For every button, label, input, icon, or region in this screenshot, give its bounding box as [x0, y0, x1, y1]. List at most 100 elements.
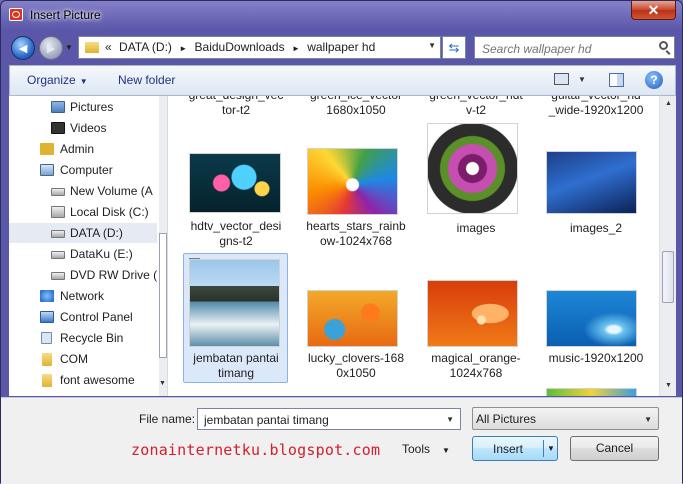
sidebar-item-label: Recycle Bin	[60, 331, 124, 345]
file-name-combobox[interactable]: ▼	[197, 408, 461, 430]
list-item[interactable]: green_ice_vector 1680x1050	[301, 96, 405, 118]
file-name-field[interactable]	[202, 410, 436, 430]
list-item[interactable]: lucky_clovers-168 0x1050	[301, 290, 405, 390]
file-caption: hearts_stars_rainb ow-1024x768	[306, 219, 406, 248]
breadcrumb-separator-icon[interactable]: ►	[179, 44, 187, 53]
file-caption: music-1920x1200	[548, 351, 644, 365]
file-list-scrollbar[interactable]: ▲ ▼	[659, 96, 676, 396]
breadcrumb-baidudownloads[interactable]: BaiduDownloads	[195, 40, 285, 54]
address-bar[interactable]: « DATA (D:) ► BaiduDownloads ► wallpaper…	[78, 36, 441, 59]
preview-pane-icon[interactable]	[609, 73, 624, 87]
view-options-dropdown[interactable]: ▼	[578, 75, 586, 84]
folder-icon	[85, 42, 99, 53]
file-thumbnail	[427, 123, 518, 214]
breadcrumb-overflow[interactable]: «	[105, 40, 112, 54]
forward-button[interactable]: ►	[39, 36, 63, 60]
folder-icon	[42, 353, 52, 366]
cancel-button[interactable]: Cancel	[570, 436, 659, 461]
sidebar-item-control-panel[interactable]: Control Panel	[9, 307, 157, 327]
list-item[interactable]: music-1920x1200	[541, 290, 645, 390]
file-caption: images	[456, 221, 496, 235]
sidebar-item-computer[interactable]: Computer	[9, 160, 157, 180]
sidebar-item-label: Control Panel	[60, 310, 133, 324]
breadcrumb-wallpaper-hd[interactable]: wallpaper hd	[307, 40, 375, 54]
list-item[interactable]	[541, 388, 645, 396]
sidebar-item-label: font awesome	[60, 373, 135, 387]
dialog-footer: File name: ▼ All Pictures ▼ zonainternet…	[1, 397, 682, 484]
list-item[interactable]: green_vector_hdt v-t2	[421, 96, 525, 118]
list-item[interactable]: images	[421, 123, 525, 243]
breadcrumb-data-drive[interactable]: DATA (D:)	[119, 40, 172, 54]
insert-options-dropdown[interactable]: ▼	[547, 444, 555, 453]
recent-pages-dropdown[interactable]: ▼	[65, 43, 73, 52]
file-caption: lucky_clovers-168 0x1050	[307, 351, 405, 380]
file-caption: great_design_vec tor-t2	[189, 96, 284, 117]
search-input[interactable]	[480, 38, 654, 59]
sidebar-item-com[interactable]: COM	[9, 349, 157, 369]
app-icon	[9, 8, 23, 21]
help-icon[interactable]: ?	[645, 71, 663, 89]
list-item[interactable]: guitar_vector_hd _wide-1920x1200	[541, 96, 645, 118]
drive-icon	[51, 188, 65, 196]
list-item-selected[interactable]: ✓ jembatan pantai timang	[183, 253, 288, 383]
list-item[interactable]: images_2	[541, 151, 645, 251]
change-view-icon[interactable]	[554, 73, 569, 85]
search-box[interactable]	[474, 36, 675, 59]
file-thumbnail	[546, 290, 637, 347]
system-drive-icon	[51, 206, 65, 218]
search-icon[interactable]	[659, 41, 668, 50]
sidebar-item-new-volume[interactable]: New Volume (A	[9, 181, 157, 201]
back-button[interactable]: ◄	[11, 36, 35, 60]
list-item[interactable]: magical_orange- 1024x768	[421, 280, 525, 390]
new-folder-button[interactable]: New folder	[118, 73, 175, 87]
navigation-bar: ◄ ► ▼ « DATA (D:) ► BaiduDownloads ► wal…	[1, 31, 682, 63]
file-list-scroll-thumb[interactable]	[662, 251, 674, 303]
file-caption: guitar_vector_hd _wide-1920x1200	[548, 96, 644, 117]
insert-label: Insert	[492, 442, 523, 456]
sidebar-item-videos[interactable]: Videos	[9, 118, 157, 138]
file-type-filter[interactable]: All Pictures ▼	[472, 407, 659, 430]
sidebar-item-pictures[interactable]: Pictures	[9, 97, 157, 117]
command-toolbar: Organize ▼ New folder ▼ ?	[9, 65, 676, 96]
control-panel-icon	[40, 311, 54, 323]
watermark-text: zonainternetku.blogspot.com	[131, 441, 381, 459]
scroll-down-icon[interactable]: ▼	[159, 380, 167, 387]
sidebar-item-network[interactable]: Network	[9, 286, 157, 306]
organize-label: Organize	[27, 73, 76, 87]
sidebar-item-admin[interactable]: Admin	[9, 139, 157, 159]
sidebar-item-dataku-e[interactable]: DataKu (E:)	[9, 244, 157, 264]
sidebar-item-label: Computer	[60, 163, 113, 177]
sidebar-item-font-awesome[interactable]: font awesome	[9, 370, 157, 390]
close-button[interactable]: ✕	[631, 1, 676, 20]
list-item[interactable]: hdtv_vector_desi gns-t2	[181, 153, 285, 253]
scroll-down-icon[interactable]: ▼	[665, 382, 672, 389]
user-folder-icon	[40, 143, 54, 155]
insert-picture-dialog: Insert Picture ✕ ◄ ► ▼ « DATA (D:) ► Bai…	[0, 0, 683, 484]
sidebar-item-recycle-bin[interactable]: Recycle Bin	[9, 328, 157, 348]
sidebar-item-local-disk-c[interactable]: Local Disk (C:)	[9, 202, 157, 222]
sidebar-scrollbar[interactable]: ▼	[159, 96, 167, 396]
insert-button[interactable]: Insert ▼	[472, 436, 558, 461]
sidebar-item-label: Admin	[60, 142, 95, 156]
file-thumbnail	[427, 280, 518, 347]
folder-icon	[42, 374, 52, 387]
navigation-pane: Pictures Videos Admin Computer New Volum…	[9, 96, 168, 396]
chevron-down-icon: ▼	[79, 77, 88, 86]
breadcrumb-separator-icon[interactable]: ►	[292, 44, 300, 53]
organize-menu[interactable]: Organize ▼	[27, 73, 88, 87]
chevron-down-icon[interactable]: ▼	[446, 415, 454, 424]
list-item[interactable]: great_design_vec tor-t2	[181, 96, 285, 118]
sidebar-scroll-thumb[interactable]	[159, 233, 167, 358]
file-caption: green_vector_hdt v-t2	[429, 96, 522, 117]
drive-icon	[51, 230, 65, 238]
sidebar-item-data-d[interactable]: DATA (D:)	[9, 223, 157, 243]
title-bar[interactable]: Insert Picture ✕	[1, 1, 682, 29]
sidebar-item-label: DATA (D:)	[70, 226, 123, 240]
scroll-up-icon[interactable]: ▲	[665, 100, 672, 107]
sidebar-item-label: Videos	[70, 121, 107, 135]
list-item[interactable]: hearts_stars_rainb ow-1024x768	[301, 148, 406, 253]
refresh-button[interactable]: ⇆	[442, 36, 466, 59]
tools-menu[interactable]: Tools ▼	[402, 442, 450, 456]
sidebar-item-dvd-rw-drive[interactable]: DVD RW Drive (	[9, 265, 157, 285]
address-dropdown-icon[interactable]: ▼	[428, 41, 436, 50]
